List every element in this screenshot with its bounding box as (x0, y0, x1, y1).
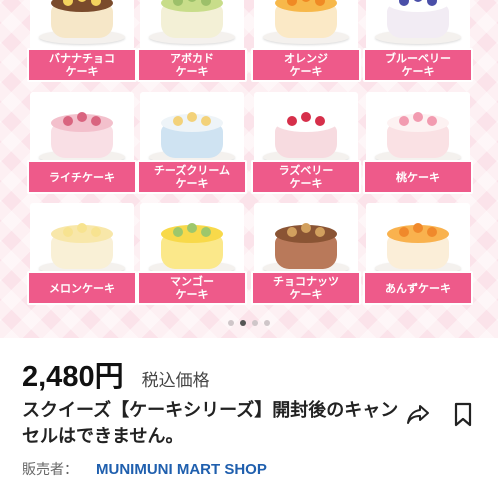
cake-topping (77, 112, 87, 122)
rating-row-partial (22, 490, 222, 498)
cake-topping (63, 227, 73, 237)
seller-link[interactable]: MUNIMUNI MART SHOP (96, 461, 267, 478)
cake-topping (301, 223, 311, 233)
tax-included-label: 税込価格 (141, 371, 210, 391)
cake-topping (399, 227, 409, 237)
cake-topping (315, 116, 325, 126)
share-icon[interactable] (405, 403, 431, 427)
product-image-carousel[interactable]: バナナチョコ ケーキ アボカド ケーキ オレンジ ケーキ ブルーベリー ケーキライチケ… (0, 0, 498, 338)
cake-topping (315, 227, 325, 237)
cake-topping (91, 116, 101, 126)
cake-photo (366, 0, 470, 50)
cake-topping (201, 116, 211, 126)
cake-topping (77, 223, 87, 233)
cake-label: ブルーベリー ケーキ (363, 48, 473, 82)
cake-card: ブルーベリー ケーキ (363, 0, 473, 82)
cake-photo (254, 203, 358, 281)
cake-photo (140, 92, 244, 170)
seller-row: 販売者： MUNIMUNI MART SHOP (22, 459, 267, 479)
bookmark-icon[interactable] (452, 402, 474, 428)
cake-label: アボカド ケーキ (137, 48, 247, 82)
cake-photo (30, 92, 134, 170)
cake-topping (187, 112, 197, 122)
cake-topping (201, 227, 211, 237)
cake-topping (173, 116, 183, 126)
cake-label: ラズベリー ケーキ (251, 160, 361, 194)
carousel-dot[interactable] (252, 320, 258, 326)
cake-topping (413, 112, 423, 122)
cake-card: メロンケーキ (27, 203, 137, 305)
cake-topping (413, 223, 423, 233)
cake-label: ライチケーキ (27, 160, 137, 194)
cake-card: バナナチョコ ケーキ (27, 0, 137, 82)
carousel-dot[interactable] (240, 320, 246, 326)
cake-card: チョコナッツ ケーキ (251, 203, 361, 305)
cake-topping (427, 227, 437, 237)
cake-card: チーズクリーム ケーキ (137, 92, 247, 194)
cake-topping (173, 227, 183, 237)
price-row: 2,480円 税込価格 (22, 353, 210, 395)
cake-card: ライチケーキ (27, 92, 137, 194)
cake-card: ラズベリー ケーキ (251, 92, 361, 194)
cake-photo (254, 0, 358, 50)
cake-card: マンゴー ケーキ (137, 203, 247, 305)
cake-label: チーズクリーム ケーキ (137, 160, 247, 194)
cake-topping (399, 116, 409, 126)
seller-label: 販売者： (22, 462, 78, 478)
carousel-dot[interactable] (228, 320, 234, 326)
product-title: スクイーズ【ケーキシリーズ】開封後のキャンセルはできません。 (22, 400, 399, 447)
cake-topping (63, 116, 73, 126)
cake-photo (30, 0, 134, 50)
cake-photo (140, 0, 244, 50)
cake-label: オレンジ ケーキ (251, 48, 361, 82)
cake-topping (301, 112, 311, 122)
cake-label: 桃ケーキ (363, 160, 473, 194)
cake-label: バナナチョコ ケーキ (27, 48, 137, 82)
product-price: 2,480円 (22, 361, 124, 393)
cake-topping (91, 227, 101, 237)
cake-photo (140, 203, 244, 281)
cake-topping (187, 223, 197, 233)
cake-photo (30, 203, 134, 281)
cake-card: あんずケーキ (363, 203, 473, 305)
cake-photo (254, 92, 358, 170)
cake-label: マンゴー ケーキ (137, 271, 247, 305)
cake-label: あんずケーキ (363, 271, 473, 305)
cake-photo (366, 203, 470, 281)
cake-topping (427, 116, 437, 126)
carousel-dot[interactable] (264, 320, 270, 326)
cake-photo (366, 92, 470, 170)
cake-label: チョコナッツ ケーキ (251, 271, 361, 305)
carousel-page-indicator[interactable] (0, 320, 498, 330)
cake-label: メロンケーキ (27, 271, 137, 305)
cake-card: 桃ケーキ (363, 92, 473, 194)
cake-topping (287, 116, 297, 126)
cake-topping (287, 227, 297, 237)
cake-grid: バナナチョコ ケーキ アボカド ケーキ オレンジ ケーキ ブルーベリー ケーキライチケ… (0, 0, 498, 338)
cake-card: オレンジ ケーキ (251, 0, 361, 82)
cake-card: アボカド ケーキ (137, 0, 247, 82)
